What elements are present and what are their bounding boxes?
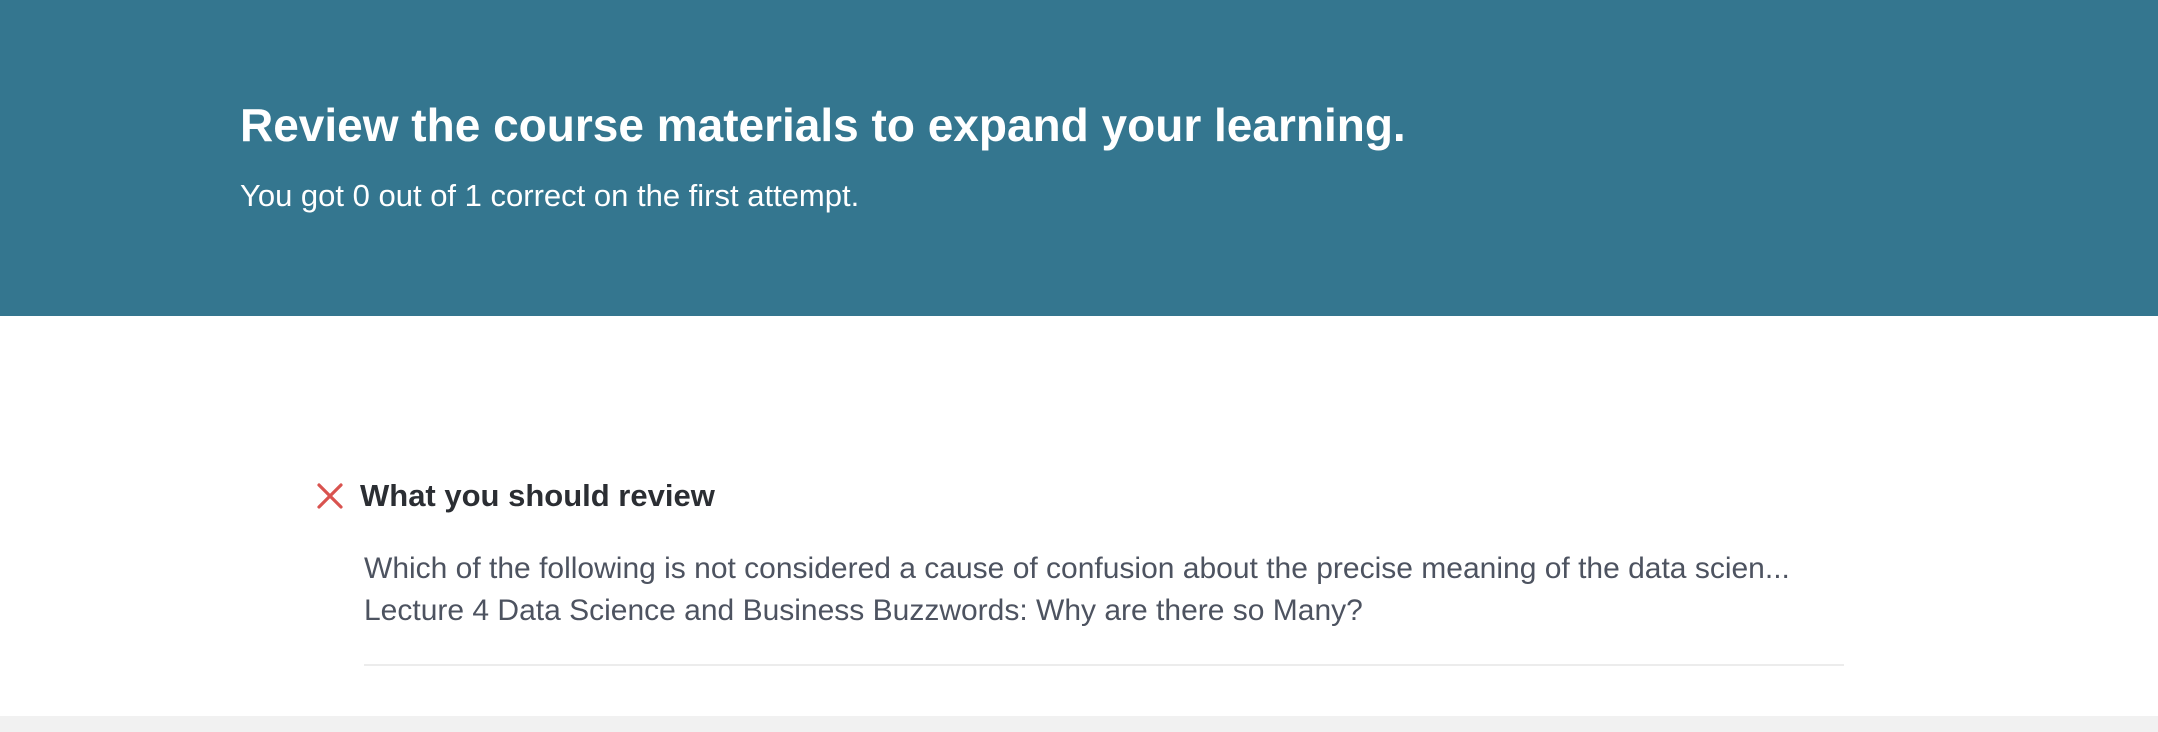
review-lecture-text: Lecture 4 Data Science and Business Buzz…: [364, 594, 1363, 627]
review-section: What you should review Which of the foll…: [0, 316, 2158, 716]
review-item-link[interactable]: Which of the following is not considered…: [364, 548, 1844, 632]
results-banner: Review the course materials to expand yo…: [0, 0, 2158, 316]
page-footer-strip: [0, 716, 2158, 732]
review-question-text: Which of the following is not considered…: [364, 552, 1790, 585]
banner-title: Review the course materials to expand yo…: [240, 99, 1406, 151]
x-icon: [316, 482, 344, 510]
divider: [364, 664, 1844, 666]
score-summary: You got 0 out of 1 correct on the first …: [240, 178, 860, 213]
review-header: What you should review: [316, 474, 715, 518]
review-title: What you should review: [360, 478, 715, 513]
